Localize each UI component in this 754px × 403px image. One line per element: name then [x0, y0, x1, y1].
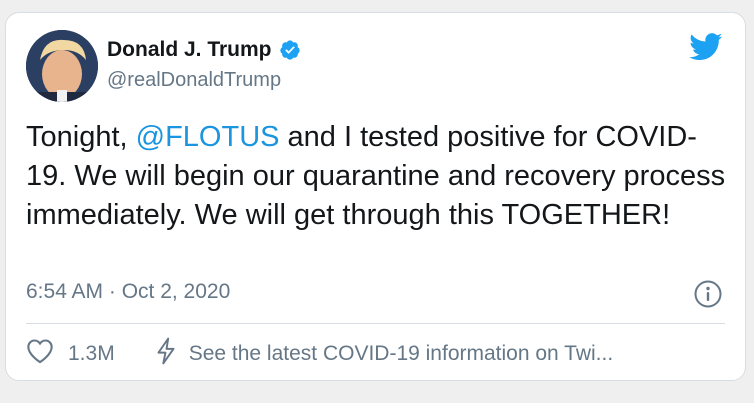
avatar[interactable] — [26, 30, 98, 102]
like-button[interactable]: 1.3M — [26, 338, 115, 370]
like-count: 1.3M — [68, 342, 115, 365]
verified-badge-icon — [279, 39, 301, 61]
covid-info-link[interactable]: See the latest COVID-19 information on T… — [155, 337, 613, 371]
author-name[interactable]: Donald J. Trump — [107, 38, 272, 62]
avatar-image — [26, 30, 98, 102]
tweet-text-before: Tonight, — [26, 121, 136, 153]
author-handle[interactable]: @realDonaldTrump — [107, 69, 281, 92]
mention-link[interactable]: @FLOTUS — [136, 121, 280, 153]
tweet-timestamp[interactable]: 6:54 AM · Oct 2, 2020 — [26, 280, 230, 304]
divider — [26, 323, 725, 324]
lightning-bolt-icon — [155, 337, 177, 371]
author-name-row[interactable]: Donald J. Trump — [107, 38, 301, 62]
twitter-bird-icon[interactable] — [689, 33, 723, 66]
info-icon[interactable] — [693, 279, 723, 314]
tweet-actions: 1.3M See the latest COVID-19 information… — [26, 337, 613, 371]
covid-link-label: See the latest COVID-19 information on T… — [188, 342, 614, 365]
heart-icon — [26, 338, 54, 370]
tweet-card: Donald J. Trump @realDonaldTrump Tonight… — [5, 12, 746, 381]
tweet-text: Tonight, @FLOTUS and I tested positive f… — [26, 118, 731, 235]
